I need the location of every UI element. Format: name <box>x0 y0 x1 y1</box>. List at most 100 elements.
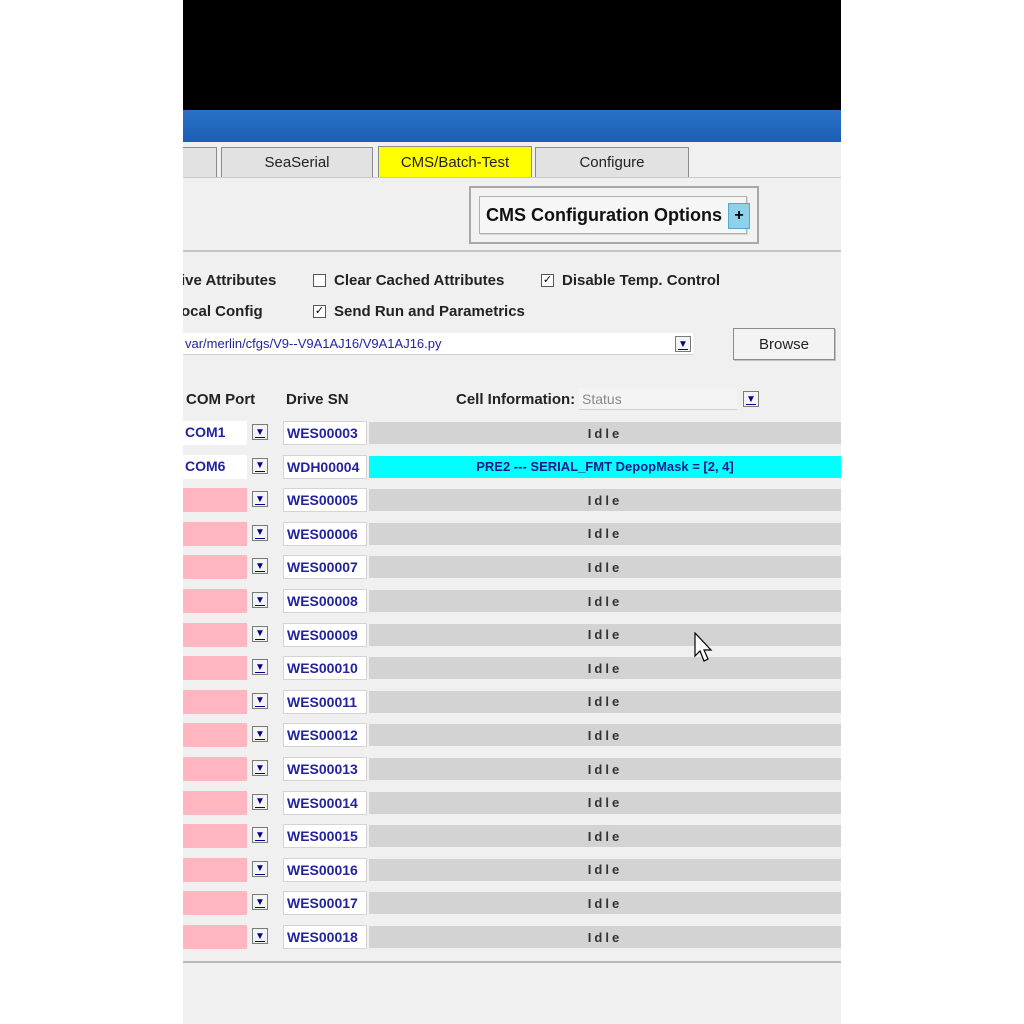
cell-status: Idle <box>369 422 841 444</box>
com-port-dropdown-icon[interactable]: ▼ <box>252 692 268 709</box>
com-port-dropdown-icon[interactable]: ▼ <box>252 726 268 743</box>
com-port-dropdown-icon[interactable]: ▼ <box>252 457 268 474</box>
drive-sn-field[interactable]: WES00003 <box>283 421 367 445</box>
cell-status: Idle <box>369 724 841 747</box>
browse-button[interactable]: Browse <box>733 328 835 360</box>
expand-plus-icon[interactable]: + <box>728 203 750 229</box>
clear-cached-checkbox[interactable] <box>313 274 326 287</box>
table-row: ▼ WES00005 Idle <box>183 488 841 513</box>
send-run-option[interactable]: ✓ Send Run and Parametrics <box>313 303 525 320</box>
com-port-dropdown-icon[interactable]: ▼ <box>252 860 268 877</box>
drive-sn-field[interactable]: WES00009 <box>283 622 367 647</box>
drive-sn-field[interactable]: WDH00004 <box>283 454 367 479</box>
drive-attributes-option[interactable]: ive Attributes <box>183 272 276 289</box>
drive-sn-field[interactable]: WES00005 <box>283 488 367 513</box>
com-port-dropdown-icon[interactable]: ▼ <box>252 491 268 508</box>
drive-sn-field[interactable]: WES00006 <box>283 521 367 546</box>
com-port-dropdown-icon[interactable]: ▼ <box>252 760 268 776</box>
com-port-dropdown-icon[interactable]: ▼ <box>252 424 268 440</box>
cms-options-panel: CMS Configuration Options + <box>469 186 759 244</box>
cell-info-select[interactable]: Status <box>579 388 737 410</box>
com-port-field[interactable] <box>183 555 247 580</box>
com-port-field[interactable] <box>183 925 247 949</box>
table-row: ▼ WES00014 Idle <box>183 790 841 815</box>
local-config-option[interactable]: ocal Config <box>183 303 263 320</box>
tab-configure[interactable]: Configure <box>535 147 689 177</box>
com-port-field[interactable] <box>183 589 247 613</box>
table-row: ▼ WES00016 Idle <box>183 857 841 882</box>
black-region <box>183 0 841 110</box>
tab-seaserial[interactable]: SeaSerial <box>221 147 373 177</box>
cell-info-dropdown-icon[interactable]: ▼ <box>743 391 759 407</box>
com-port-field[interactable] <box>183 488 247 513</box>
clear-cached-label: Clear Cached Attributes <box>334 272 505 289</box>
com-port-dropdown-icon[interactable]: ▼ <box>252 625 268 642</box>
cms-options-label: CMS Configuration Options <box>486 205 722 225</box>
cell-info-header: Cell Information: <box>456 391 576 408</box>
com-port-field[interactable] <box>183 689 247 714</box>
drive-sn-field[interactable]: WES00018 <box>283 925 367 949</box>
drive-sn-field[interactable]: WES00014 <box>283 790 367 815</box>
drive-sn-header: Drive SN <box>286 391 349 408</box>
com-port-dropdown-icon[interactable]: ▼ <box>252 592 268 608</box>
cell-status: Idle <box>369 791 841 814</box>
cell-status: Idle <box>369 489 841 512</box>
com-port-field[interactable] <box>183 757 247 781</box>
table-row: ▼ WES00017 Idle <box>183 891 841 916</box>
com-port-field[interactable]: COM6 <box>183 454 247 479</box>
com-port-dropdown-icon[interactable]: ▼ <box>252 524 268 541</box>
table-row: ▼ WES00008 Idle <box>183 589 841 613</box>
com-port-field[interactable] <box>183 891 247 916</box>
cell-status: Idle <box>369 590 841 612</box>
com-port-field[interactable] <box>183 790 247 815</box>
disable-temp-checkbox[interactable]: ✓ <box>541 274 554 287</box>
drive-sn-field[interactable]: WES00008 <box>283 589 367 613</box>
table-row: ▼ WES00010 Idle <box>183 656 841 681</box>
com-port-field[interactable] <box>183 521 247 546</box>
config-path-field[interactable]: var/merlin/cfgs/V9--V9A1AJ16/V9A1AJ16.py <box>183 333 693 355</box>
cms-options-button[interactable]: CMS Configuration Options + <box>479 196 750 234</box>
tab-cms-batch-test[interactable]: CMS/Batch-Test <box>378 146 532 178</box>
com-port-dropdown-icon[interactable]: ▼ <box>252 659 268 676</box>
send-run-checkbox[interactable]: ✓ <box>313 305 326 318</box>
drive-sn-field[interactable]: WES00012 <box>283 723 367 748</box>
com-port-field[interactable]: COM1 <box>183 421 247 445</box>
tab-strip: SeaSerial CMS/Batch-Test Configure <box>183 142 841 178</box>
title-bar <box>183 110 841 142</box>
com-port-dropdown-icon[interactable]: ▼ <box>252 894 268 911</box>
drive-attributes-label: ive Attributes <box>183 272 277 289</box>
com-port-field[interactable] <box>183 723 247 748</box>
table-row: ▼ WES00018 Idle <box>183 925 841 949</box>
com-port-dropdown-icon[interactable]: ▼ <box>252 928 268 944</box>
table-row: COM1 ▼ WES00003 Idle <box>183 421 841 445</box>
disable-temp-option[interactable]: ✓ Disable Temp. Control <box>541 272 720 289</box>
com-port-field[interactable] <box>183 857 247 882</box>
cell-status: Idle <box>369 892 841 915</box>
com-port-field[interactable] <box>183 824 247 849</box>
cell-status: Idle <box>369 657 841 680</box>
table-row: ▼ WES00007 Idle <box>183 555 841 580</box>
drive-sn-field[interactable]: WES00017 <box>283 891 367 916</box>
com-port-dropdown-icon[interactable]: ▼ <box>252 558 268 575</box>
table-row: ▼ WES00011 Idle <box>183 689 841 714</box>
com-port-field[interactable] <box>183 656 247 681</box>
tab-partial[interactable] <box>183 147 217 177</box>
drive-sn-field[interactable]: WES00016 <box>283 857 367 882</box>
table-row: ▼ WES00009 Idle <box>183 622 841 647</box>
drive-sn-field[interactable]: WES00010 <box>283 656 367 681</box>
table-row: ▼ WES00015 Idle <box>183 824 841 849</box>
disable-temp-label: Disable Temp. Control <box>562 272 721 289</box>
drive-sn-field[interactable]: WES00013 <box>283 757 367 781</box>
send-run-label: Send Run and Parametrics <box>334 303 525 320</box>
path-dropdown-icon[interactable]: ▼ <box>675 336 691 352</box>
cell-status: Idle <box>369 758 841 780</box>
drive-sn-field[interactable]: WES00015 <box>283 824 367 849</box>
clear-cached-option[interactable]: Clear Cached Attributes <box>313 272 504 289</box>
table-row: COM6 ▼ WDH00004 PRE2 --- SERIAL_FMT DepopMa… <box>183 454 841 479</box>
com-port-dropdown-icon[interactable]: ▼ <box>252 827 268 844</box>
drive-sn-field[interactable]: WES00011 <box>283 689 367 714</box>
com-port-field[interactable] <box>183 622 247 647</box>
tab-divider <box>183 177 841 178</box>
com-port-dropdown-icon[interactable]: ▼ <box>252 793 268 810</box>
drive-sn-field[interactable]: WES00007 <box>283 555 367 580</box>
